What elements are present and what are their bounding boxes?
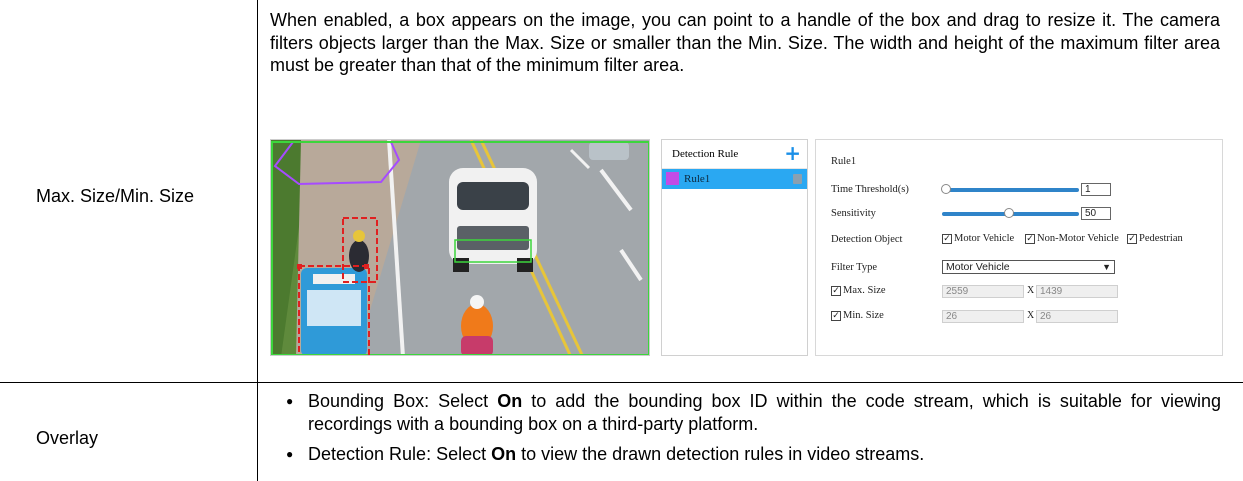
ui-screenshot: Detection Rule + Rule1 Rule1 Time Thresh…: [270, 139, 1223, 356]
min-size-separator: X: [1027, 310, 1035, 321]
camera-view: [270, 139, 650, 356]
row-divider: [0, 382, 1243, 383]
sensitivity-thumb[interactable]: [1004, 208, 1014, 218]
plus-icon[interactable]: +: [784, 140, 801, 166]
rule-name: Rule1: [684, 173, 711, 185]
bullet-text-pre: Detection Rule: Select: [308, 444, 492, 464]
param-max-min-size: Max. Size/Min. Size: [36, 186, 195, 206]
filter-type-label: Filter Type: [831, 262, 878, 273]
bullet-dot: ●: [286, 394, 294, 408]
rule-list-item[interactable]: Rule1: [662, 169, 807, 189]
bullet-text-bold: On: [497, 391, 523, 411]
min-size-checkbox[interactable]: ✓: [831, 311, 841, 321]
max-size-height-field[interactable]: 1439: [1036, 285, 1118, 298]
min-size-width-field[interactable]: 26: [942, 310, 1024, 323]
detection-rule-header: Detection Rule +: [662, 140, 807, 169]
detection-rule-panel: Detection Rule + Rule1: [661, 139, 808, 356]
motor-vehicle-checkbox[interactable]: ✓: [942, 234, 952, 244]
filter-type-value: Motor Vehicle: [946, 261, 1010, 273]
min-size-label: Min. Size: [843, 310, 884, 321]
time-threshold-label: Time Threshold(s): [831, 184, 909, 195]
rule-title: Rule1: [831, 156, 857, 167]
chevron-down-icon: ▼: [1102, 262, 1111, 272]
camera-scene: [271, 140, 649, 355]
trash-icon[interactable]: [793, 174, 802, 184]
max-size-separator: X: [1027, 285, 1035, 296]
sensitivity-input[interactable]: 50: [1081, 207, 1111, 220]
bullet-text: Detection Rule: Select On to view the dr…: [308, 443, 1221, 466]
sensitivity-slider[interactable]: [942, 208, 1079, 218]
time-threshold-thumb[interactable]: [941, 184, 951, 194]
time-threshold-slider[interactable]: [941, 184, 1079, 194]
min-size-height-field[interactable]: 26: [1036, 310, 1118, 323]
bullet-text: Bounding Box: Select On to add the bound…: [308, 390, 1221, 435]
pedestrian-label: Pedestrian: [1139, 233, 1183, 244]
description-max-min-size: When enabled, a box appears on the image…: [270, 10, 1220, 75]
column-divider: [257, 0, 258, 481]
max-size-checkbox[interactable]: ✓: [831, 286, 841, 296]
pedestrian-checkbox[interactable]: ✓: [1127, 234, 1137, 244]
bullet-text-bold: On: [491, 444, 517, 464]
sensitivity-label: Sensitivity: [831, 208, 876, 219]
detection-rule-title: Detection Rule: [672, 148, 739, 160]
time-threshold-input[interactable]: 1: [1081, 183, 1111, 196]
max-size-label: Max. Size: [843, 285, 886, 296]
non-motor-vehicle-checkbox[interactable]: ✓: [1025, 234, 1035, 244]
motor-vehicle-label: Motor Vehicle: [954, 233, 1015, 244]
rule-settings-panel: Rule1 Time Threshold(s) 1 Sensitivity 50…: [815, 139, 1223, 356]
non-motor-vehicle-label: Non-Motor Vehicle: [1037, 233, 1119, 244]
detection-object-label: Detection Object: [831, 234, 903, 245]
max-size-width-field[interactable]: 2559: [942, 285, 1024, 298]
filter-type-select[interactable]: Motor Vehicle ▼: [942, 260, 1115, 274]
parameter-table: Max. Size/Min. Size When enabled, a box …: [0, 0, 1243, 481]
bullet-dot: ●: [286, 447, 294, 461]
rule-color-swatch: [666, 172, 679, 185]
bullet-text-pre: Bounding Box: Select: [308, 391, 498, 411]
bullet-text-post: to view the drawn detection rules in vid…: [516, 444, 925, 464]
param-overlay: Overlay: [36, 428, 99, 448]
